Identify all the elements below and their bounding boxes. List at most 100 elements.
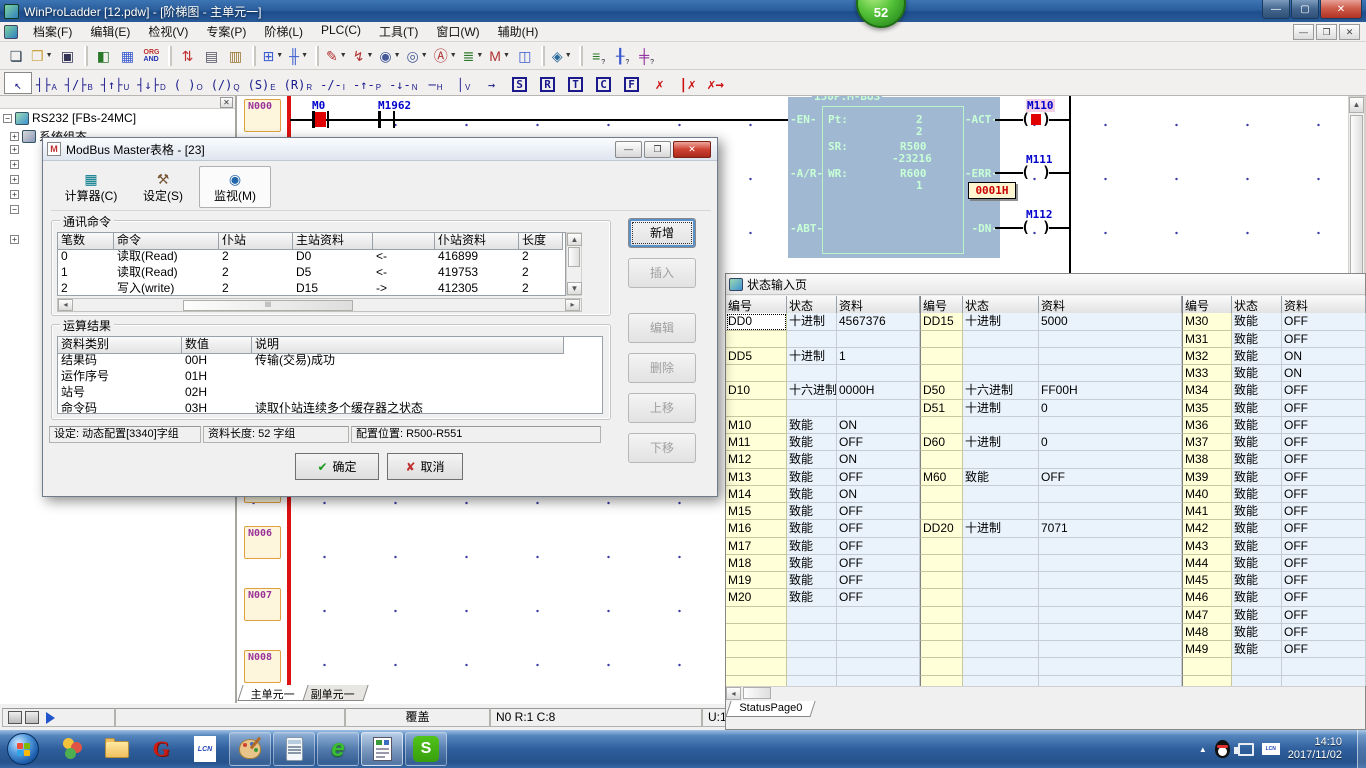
status-cell-value[interactable]: ON (837, 451, 920, 468)
status-cell-value[interactable]: 致能 (787, 434, 837, 451)
status-cell-id[interactable]: M36 (1182, 417, 1232, 434)
invert-tool[interactable]: -/-I (316, 72, 349, 94)
status-cell-value[interactable]: 致能 (1232, 607, 1282, 624)
status-cell-id[interactable] (726, 365, 787, 382)
status-cell-value[interactable]: OFF (1282, 589, 1366, 606)
status-cell-value[interactable] (837, 607, 920, 624)
column-header[interactable]: 命令 (114, 233, 219, 250)
status-cell-id[interactable]: M34 (1182, 382, 1232, 399)
scroll-left-icon[interactable]: ◂ (58, 299, 73, 311)
arrow-tool[interactable]: → (478, 72, 506, 94)
menu-item-5[interactable]: PLC(C) (312, 21, 370, 42)
status-cell-id[interactable]: M20 (726, 589, 787, 606)
status-cell-id[interactable]: M12 (726, 451, 787, 468)
status-cell-value[interactable] (1039, 365, 1182, 382)
table-row[interactable]: 2写入(write)2D15->4123052 (58, 281, 565, 296)
table-row[interactable]: 0读取(Read)2D0<-4168992 (58, 249, 565, 265)
status-column-header[interactable]: 编号 (726, 296, 787, 314)
status-cell-value[interactable]: OFF (1282, 641, 1366, 658)
side-button-0[interactable]: 新增 (628, 218, 696, 248)
taskbar-item-calculator[interactable] (273, 732, 315, 766)
status-cell-value[interactable]: OFF (1282, 607, 1366, 624)
falling-edge-tool[interactable]: -↓-N (385, 72, 421, 94)
status-cell-value[interactable]: 致能 (1232, 503, 1282, 520)
status-column-header[interactable]: 状态 (787, 296, 837, 314)
ok-button[interactable]: ✔ 确定 (295, 453, 379, 480)
status-cell-value[interactable]: 致能 (1232, 382, 1282, 399)
status-cell-value[interactable]: 5000 (1039, 313, 1182, 330)
status-cell-id[interactable]: DD0 (726, 313, 787, 330)
mdi-restore-button[interactable]: ❐ (1316, 24, 1337, 40)
status-list-button[interactable]: ≣▼ (460, 44, 487, 67)
status-cell-value[interactable]: 十进制 (787, 348, 837, 365)
status-cell-id[interactable]: M16 (726, 520, 787, 537)
scroll-thumb[interactable]: ⦀⦀ (183, 300, 353, 311)
status-cell-id[interactable] (920, 365, 963, 382)
status-cell-value[interactable] (1039, 503, 1182, 520)
status-cell-value[interactable]: 致能 (787, 417, 837, 434)
coil-M111[interactable]: () (1021, 163, 1051, 181)
status-cell-id[interactable] (920, 658, 963, 675)
status-cell-id[interactable]: M39 (1182, 469, 1232, 486)
status-cell-value[interactable]: 0000H (837, 382, 920, 399)
set-tool[interactable]: S (506, 72, 534, 94)
status-cell-id[interactable] (726, 607, 787, 624)
status-cell-id[interactable]: M43 (1182, 538, 1232, 555)
status-cell-value[interactable] (837, 658, 920, 675)
status-cell-value[interactable] (1039, 572, 1182, 589)
status-cell-id[interactable]: M41 (1182, 503, 1232, 520)
status-cell-value[interactable]: OFF (837, 572, 920, 589)
status-cell-value[interactable]: 十进制 (787, 313, 837, 330)
status-cell-id[interactable]: M40 (1182, 486, 1232, 503)
expander-icon[interactable]: + (10, 175, 19, 184)
status-cell-id[interactable]: M37 (1182, 434, 1232, 451)
status-cell-value[interactable]: ON (837, 486, 920, 503)
status-cell-id[interactable]: M47 (1182, 607, 1232, 624)
status-cell-id[interactable] (920, 348, 963, 365)
tree-node-stub[interactable]: − (10, 205, 19, 214)
menu-item-1[interactable]: 编辑(E) (81, 21, 139, 42)
scroll-up-icon[interactable]: ▲ (567, 233, 582, 246)
mdi-close-button[interactable]: ✕ (1339, 24, 1360, 40)
status-cell-value[interactable] (1232, 658, 1282, 675)
io-config-button[interactable]: ⇅ (176, 44, 200, 67)
dropdown-arrow-icon[interactable]: ▼ (366, 52, 373, 59)
status-cell-value[interactable]: OFF (1282, 451, 1366, 468)
status-cell-value[interactable]: 致能 (1232, 486, 1282, 503)
status-cell-value[interactable]: 0 (1039, 434, 1182, 451)
reset-tool[interactable]: R (534, 72, 562, 94)
status-cell-id[interactable]: M46 (1182, 589, 1232, 606)
status-cell-value[interactable] (787, 624, 837, 641)
status-cell-id[interactable]: M30 (1182, 313, 1232, 330)
status-cell-value[interactable]: 十六进制 (963, 382, 1039, 399)
status-cell-value[interactable] (787, 641, 837, 658)
status-column-header[interactable]: 状态 (1232, 296, 1282, 314)
status-cell-value[interactable]: OFF (1282, 417, 1366, 434)
coil-out-tool[interactable]: ( )O (170, 72, 207, 94)
status-cell-value[interactable] (787, 607, 837, 624)
function-block-selection[interactable]: 150P.M-BUS -EN--A/R--ABT--ACT--ERR--DN- … (788, 97, 1000, 258)
taskbar-item-pinwheel[interactable] (52, 732, 94, 766)
column-header[interactable]: 资料类别 (58, 337, 182, 354)
run-icon[interactable] (46, 712, 55, 724)
status-cell-value[interactable]: FF00H (1039, 382, 1182, 399)
status-cell-value[interactable] (963, 538, 1039, 555)
status-cell-value[interactable]: OFF (837, 434, 920, 451)
column-header[interactable]: 说明 (252, 337, 564, 354)
menu-item-6[interactable]: 工具(T) (370, 21, 427, 42)
scroll-up-icon[interactable]: ▲ (1349, 97, 1364, 113)
status-cell-value[interactable]: OFF (1282, 520, 1366, 537)
coil-not-tool[interactable]: (/)Q (207, 72, 244, 94)
sheet-tab-主单元一[interactable]: 主单元一 (237, 685, 308, 701)
status-cell-value[interactable]: OFF (1282, 555, 1366, 572)
open-file-button[interactable]: ❒▼ (28, 44, 56, 67)
status-cell-value[interactable] (963, 451, 1039, 468)
status-cell-value[interactable]: 十进制 (963, 520, 1039, 537)
status-cell-value[interactable]: 致能 (1232, 331, 1282, 348)
status-cell-value[interactable] (1039, 538, 1182, 555)
status-cell-id[interactable] (726, 658, 787, 675)
pointer-tool[interactable]: ↖ (4, 72, 32, 94)
org-and-button[interactable]: ORGAND (140, 44, 164, 67)
new-file-button[interactable]: ❏ (4, 44, 28, 67)
status-cell-id[interactable] (920, 503, 963, 520)
